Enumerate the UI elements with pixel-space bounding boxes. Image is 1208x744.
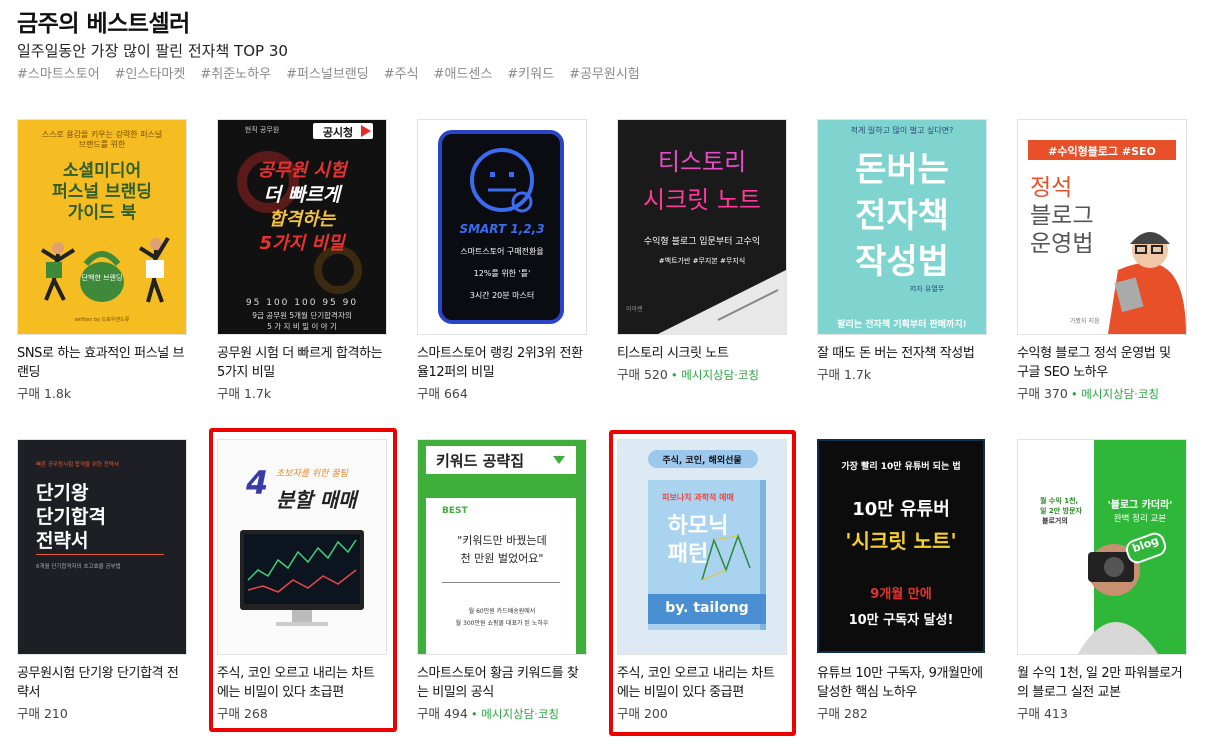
book-title[interactable]: 주식, 코인 오르고 내리는 차트에는 비밀이 있다 초급편 (217, 664, 385, 702)
book-cover[interactable]: 가장 빨리 10만 유튜버 되는 법 10만 유튜버 '시크릿 노트' 9개월 … (817, 439, 985, 653)
tag-link[interactable]: #키워드 (507, 63, 554, 82)
book-cover[interactable]: 키워드 공략집 BEST "키워드만 바꿨는데 천 만원 벌었어요" 월 60만… (417, 439, 587, 655)
tag-link[interactable]: #스마트스토어 (17, 63, 100, 82)
book-title[interactable]: 공무원 시험 더 빠르게 합격하는 5가지 비밀 (217, 344, 385, 382)
book-title[interactable]: 월 수익 1천, 일 2만 파워블로거의 블로그 실전 교본 (1017, 664, 1185, 702)
book-sales: 구매 664 (417, 386, 468, 401)
page-subtitle: 일주일동안 가장 많이 팔린 전자책 TOP 30 (17, 42, 288, 60)
book-cover[interactable]: 스스로 용감을 키우는 강력한 퍼스널 브랜드를 위한 소셜미디어 퍼스널 브랜… (17, 119, 187, 335)
tag-link[interactable]: #퍼스널브랜딩 (286, 63, 369, 82)
book-sales: 구매 268 (217, 706, 268, 721)
book-sales: 구매 370 • 메시지상담·코칭 (1017, 386, 1159, 401)
book-sales: 구매 494 • 메시지상담·코칭 (417, 706, 559, 721)
tag-link[interactable]: #취준노하우 (200, 63, 271, 82)
book-cover[interactable]: 빠른 공무원시험 합격을 위한 전략서 단기왕 단기합격 전략서 6개월 단기합… (17, 439, 187, 655)
book-cover[interactable]: SMART 1,2,3 스마트스토어 구매전환율 12%를 위한 '틀' 3시간… (417, 119, 587, 335)
book-title[interactable]: 잘 때도 돈 버는 전자책 작성법 (817, 344, 985, 363)
tag-link[interactable]: #인스타마켓 (115, 63, 186, 82)
book-title[interactable]: 스마트스토어 랭킹 2위3위 전환율12퍼의 비밀 (417, 344, 585, 382)
book-title[interactable]: 주식, 코인 오르고 내리는 차트에는 비밀이 있다 중급편 (617, 664, 785, 702)
trading-monitor-illustration (240, 530, 364, 626)
stairs-illustration (658, 270, 786, 334)
dropdown-arrow-icon (553, 456, 565, 464)
book-sales: 구매 413 (1017, 706, 1068, 721)
book-sales: 구매 282 (817, 706, 868, 721)
book-title[interactable]: 수익형 블로그 정석 운영법 및 구글 SEO 노하우 (1017, 344, 1185, 382)
fitness-illustration (40, 236, 170, 303)
book-sales: 구매 1.8k (17, 386, 72, 401)
book-title[interactable]: 공무원시험 단기왕 단기합격 전략서 (17, 664, 185, 702)
book-sales: 구매 1.7k (817, 367, 872, 382)
tag-list: #스마트스토어 #인스타마켓 #취준노하우 #퍼스널브랜딩 #주식 #애드센스 … (17, 63, 655, 82)
book-cover[interactable]: #수익형블로그 #SEO 정석 블로그 운영법 가봤자 지음 (1017, 119, 1187, 335)
book-title[interactable]: 티스토리 시크릿 노트 (617, 344, 785, 363)
book-cover[interactable]: 현직 공무원 공시청 공무원 시험 더 빠르게 합격하는 5가지 비밀 95 1… (217, 119, 387, 335)
author-illustration (1108, 232, 1186, 334)
book-sales: 구매 200 (617, 706, 668, 721)
book-title[interactable]: 유튜브 10만 구독자, 9개월만에 달성한 핵심 노하우 (817, 664, 985, 702)
book-sales: 구매 520 • 메시지상담·코칭 (617, 367, 759, 382)
book-cover[interactable]: 초보자를 위한 꿀팁 4 분할 매매 (217, 439, 387, 655)
book-cover[interactable]: 티스토리 시크릿 노트 수익형 블로그 입문부터 고수익 #백트가반 #무지본 … (617, 119, 787, 335)
book-sales: 구매 1.7k (217, 386, 272, 401)
book-sales: 구매 210 (17, 706, 68, 721)
book-title[interactable]: 스마트스토어 황금 키워드를 찾는 비밀의 공식 (417, 664, 585, 702)
book-cover[interactable]: 주식, 코인, 해외선물 피보나치 과학적 매매 하모닉 패턴 by. tail… (617, 439, 787, 655)
book-cover[interactable]: 월 수익 1천, 일 2만 방문자 블로거의 '블로그 카더라' 완벽 정리 교… (1017, 439, 1187, 655)
book-title[interactable]: SNS로 하는 효과적인 퍼스널 브랜딩 (17, 344, 185, 382)
tag-link[interactable]: #공무원시험 (569, 63, 640, 82)
book-cover[interactable]: 적게 일하고 많이 벌고 싶다면? 돈버는 전자책 작성법 저자 유열무 팔리는… (817, 119, 987, 335)
tag-link[interactable]: #주식 (384, 63, 419, 82)
tag-link[interactable]: #애드센스 (434, 63, 493, 82)
page-title: 금주의 베스트셀러 (17, 11, 190, 37)
